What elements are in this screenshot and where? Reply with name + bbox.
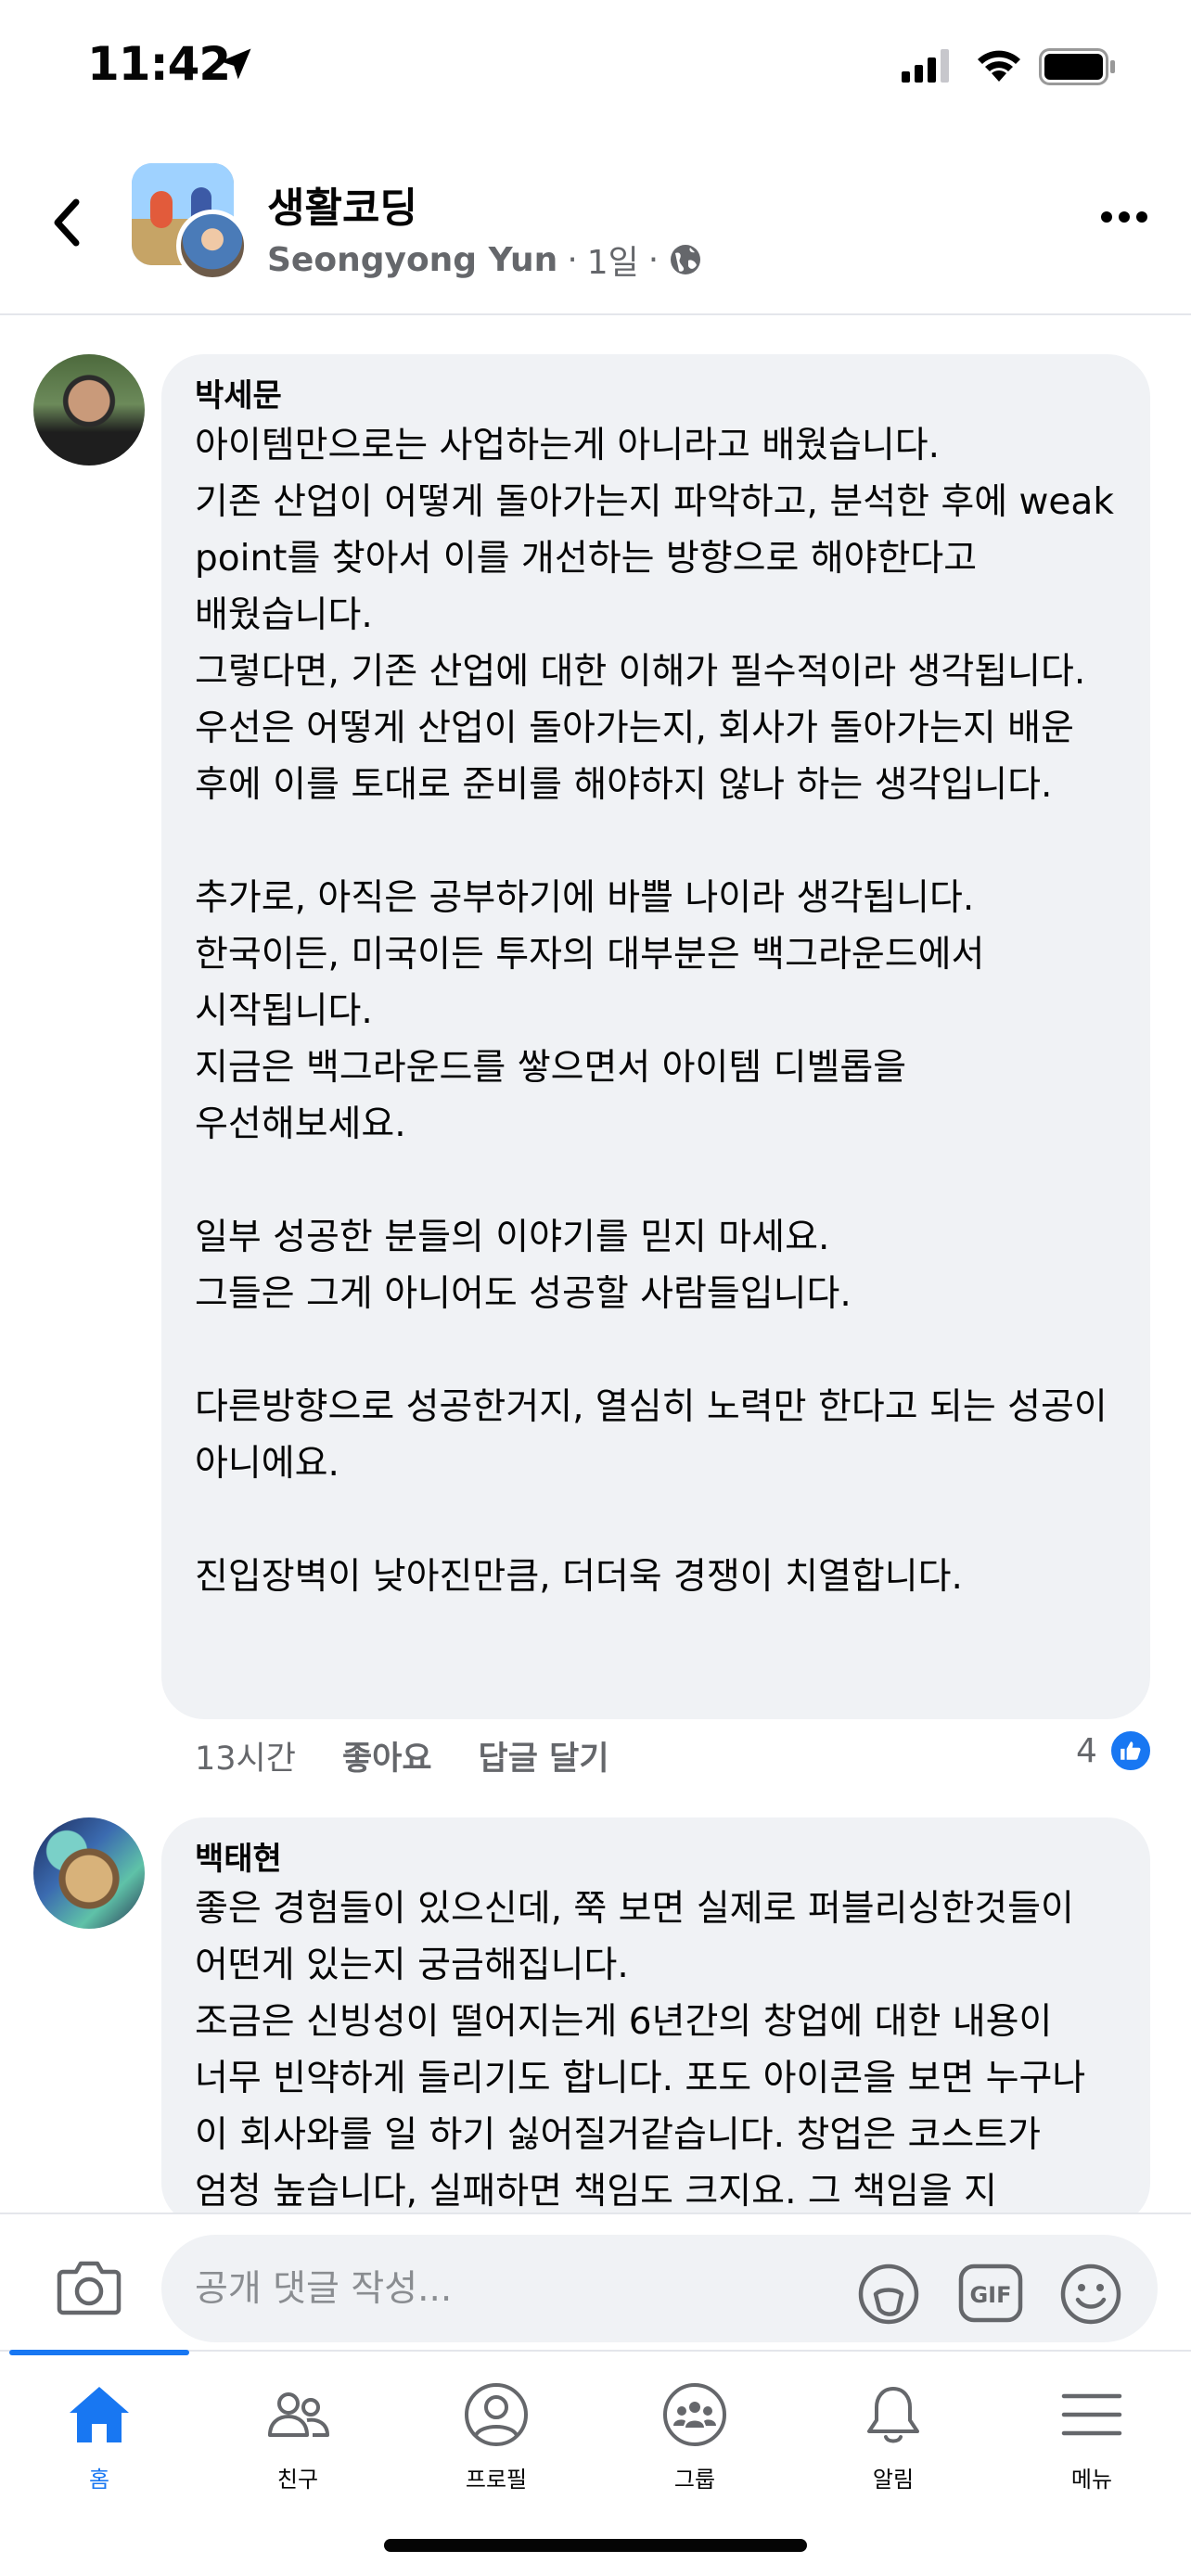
avatar-figure: [150, 191, 173, 228]
friends-icon: [268, 2392, 329, 2437]
comment-bubble: 백태현 좋은 경험들이 있으신데, 쭉 보면 실제로 퍼블리싱한것들이 어떤게 …: [161, 1817, 1150, 2225]
tab-label: 그룹: [673, 2467, 716, 2493]
tab-groups[interactable]: 그룹: [596, 2379, 794, 2493]
emoji-icon[interactable]: [1059, 2263, 1122, 2326]
commenter-name[interactable]: 박세문: [195, 375, 1117, 417]
status-time: 11:42: [87, 37, 231, 91]
comment-actions: 13시간 좋아요 답글 달기: [195, 1732, 609, 1779]
group-name[interactable]: 생활코딩: [267, 174, 417, 234]
gif-icon[interactable]: GIF: [957, 2263, 1024, 2324]
post-header: 생활코딩 Seongyong Yun · 1일 ·: [0, 148, 1191, 315]
sticker-icon[interactable]: [855, 2261, 922, 2327]
status-bar: 11:42: [0, 0, 1191, 139]
active-tab-indicator: [9, 2350, 189, 2355]
post-author[interactable]: Seongyong Yun: [267, 241, 557, 279]
meta-separator: ·: [567, 240, 578, 279]
wifi-icon: [978, 50, 1020, 82]
location-arrow-icon: [220, 48, 251, 80]
reaction-count: 4: [1076, 1731, 1097, 1770]
tab-label: 프로필: [465, 2467, 528, 2493]
comment-text: 좋은 경험들이 있으신데, 쭉 보면 실제로 퍼블리싱한것들이 어떤게 있는지 …: [195, 1888, 1086, 2213]
comment-composer: GIF: [0, 2213, 1191, 2350]
post-meta: Seongyong Yun · 1일 ·: [267, 236, 703, 284]
groups-icon: [663, 2383, 726, 2446]
profile-icon: [465, 2383, 528, 2446]
thumbs-up-icon: [1108, 1728, 1153, 1773]
tab-label: 알림: [872, 2467, 915, 2493]
post-time[interactable]: 1일: [587, 236, 639, 284]
comment-bubble: 박세문 아이템만으로는 사업하는게 아니라고 배웠습니다. 기존 산업이 어떻게…: [161, 354, 1150, 1719]
tab-profile[interactable]: 프로필: [397, 2379, 596, 2493]
tab-menu[interactable]: 메뉴: [992, 2379, 1191, 2493]
menu-icon: [1061, 2393, 1122, 2436]
battery-icon: [1039, 48, 1115, 85]
tab-friends[interactable]: 친구: [198, 2379, 397, 2493]
more-options-icon[interactable]: [1100, 210, 1148, 224]
home-indicator[interactable]: [384, 2539, 807, 2552]
meta-separator: ·: [647, 240, 660, 279]
cellular-signal-icon: [902, 49, 949, 83]
tab-notifications[interactable]: 알림: [794, 2379, 992, 2493]
commenter-name[interactable]: 백태현: [195, 1838, 1117, 1881]
tab-label: 친구: [276, 2467, 319, 2493]
bell-icon: [867, 2387, 919, 2443]
svg-text:GIF: GIF: [969, 2282, 1011, 2308]
camera-icon[interactable]: [56, 2257, 122, 2316]
comment-time: 13시간: [195, 1741, 296, 1778]
reaction-summary[interactable]: 4: [1076, 1728, 1153, 1773]
tab-label: 홈: [88, 2467, 110, 2493]
home-icon: [70, 2387, 129, 2442]
tab-home[interactable]: 홈: [0, 2379, 198, 2493]
comment-text: 아이템만으로는 사업하는게 아니라고 배웠습니다. 기존 산업이 어떻게 돌아가…: [195, 425, 1114, 1598]
commenter-avatar[interactable]: [33, 1817, 145, 1929]
globe-icon: [671, 245, 701, 274]
author-avatar[interactable]: [176, 210, 249, 282]
like-button[interactable]: 좋아요: [342, 1732, 432, 1779]
commenter-avatar[interactable]: [33, 354, 145, 465]
tab-label: 메뉴: [1070, 2467, 1113, 2493]
back-chevron-icon[interactable]: [46, 195, 87, 250]
reply-button[interactable]: 답글 달기: [479, 1732, 609, 1779]
